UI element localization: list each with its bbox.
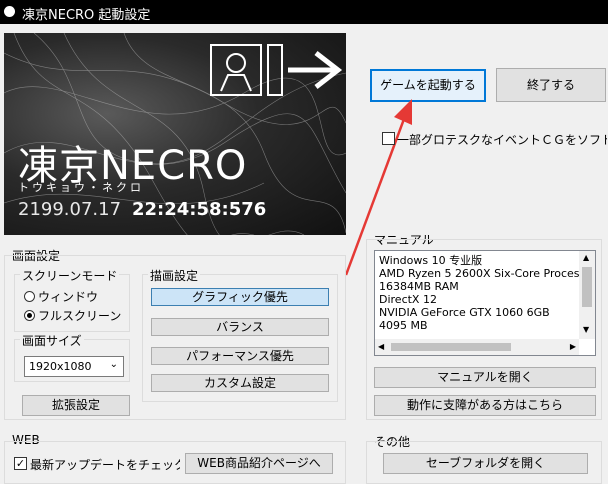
fullscreen-radio-label: フルスクリーン — [38, 309, 122, 323]
list-item: 16384MB RAM — [379, 280, 459, 293]
graphics-priority-button[interactable]: グラフィック優先 — [151, 288, 329, 306]
banner-date: 2199.07.17 — [18, 199, 122, 220]
quit-button[interactable]: 終了する — [496, 68, 606, 102]
window-radio[interactable]: ウィンドウ — [24, 288, 98, 305]
update-check-checkbox[interactable]: ✓ — [14, 457, 27, 470]
vertical-scrollbar[interactable]: ▲ ▼ — [579, 251, 595, 339]
web-shop-button[interactable]: WEB商品紹介ページへ — [185, 453, 333, 474]
scroll-down-icon[interactable]: ▼ — [583, 325, 589, 334]
grotesque-checkbox[interactable] — [382, 132, 395, 145]
fullscreen-radio[interactable]: フルスクリーン — [24, 307, 121, 324]
list-item: DirectX 12 — [379, 293, 437, 306]
open-manual-button[interactable]: マニュアルを開く — [374, 367, 596, 388]
scroll-left-icon[interactable]: ◀ — [378, 342, 384, 351]
troubleshoot-button[interactable]: 動作に支障がある方はこちら — [374, 395, 596, 416]
screen-size-value: 1920x1080 — [29, 360, 92, 373]
window-title: 凍京NECRO 起動設定 — [22, 8, 151, 23]
custom-settings-button[interactable]: カスタム設定 — [151, 374, 329, 392]
open-save-folder-button[interactable]: セーブフォルダを開く — [383, 453, 588, 474]
screen-size-select[interactable]: 1920x1080 ⌄ — [24, 356, 124, 377]
title-bar: 凍京NECRO 起動設定 — [0, 0, 608, 24]
scroll-right-icon[interactable]: ▶ — [570, 342, 576, 351]
list-item: 4095 MB — [379, 319, 428, 332]
hscrollbar-thumb[interactable] — [391, 343, 511, 351]
screen-size-label: 画面サイズ — [20, 332, 84, 349]
scroll-up-icon[interactable]: ▲ — [583, 253, 589, 262]
horizontal-scrollbar[interactable]: ◀ ▶ — [375, 339, 579, 355]
system-info-lines: Windows 10 专业版 AMD Ryzen 5 2600X Six-Cor… — [379, 254, 596, 332]
performance-priority-button[interactable]: パフォーマンス優先 — [151, 347, 329, 365]
window-radio-label: ウィンドウ — [38, 290, 99, 304]
render-settings-label: 描画設定 — [148, 267, 201, 284]
grotesque-label: 一部グロテスクなイベントＣＧをソフト — [397, 133, 607, 147]
banner-time: 22:24:58:576 — [132, 199, 267, 220]
window-radio-dot — [24, 291, 35, 302]
logo-subtitle: トウキョウ・ネクロ — [18, 181, 144, 194]
app-icon — [4, 6, 15, 17]
fullscreen-radio-dot — [24, 310, 35, 321]
extended-settings-button[interactable]: 拡張設定 — [22, 395, 130, 416]
list-item: NVIDIA GeForce GTX 1060 6GB — [379, 306, 550, 319]
update-check-label: 最新アップデートをチェック — [30, 458, 180, 472]
list-item: Windows 10 专业版 — [379, 254, 483, 267]
system-info-list[interactable]: Windows 10 专业版 AMD Ryzen 5 2600X Six-Cor… — [374, 250, 596, 356]
balance-button[interactable]: バランス — [151, 318, 329, 336]
scrollbar-thumb[interactable] — [582, 267, 592, 307]
screen-mode-label: スクリーンモード — [20, 267, 120, 284]
chevron-down-icon: ⌄ — [109, 359, 118, 370]
list-item: AMD Ryzen 5 2600X Six-Core Processor — [379, 267, 596, 280]
title-banner: 凍京NECRO トウキョウ・ネクロ 2199.07.17 22:24:58:57… — [4, 33, 346, 235]
